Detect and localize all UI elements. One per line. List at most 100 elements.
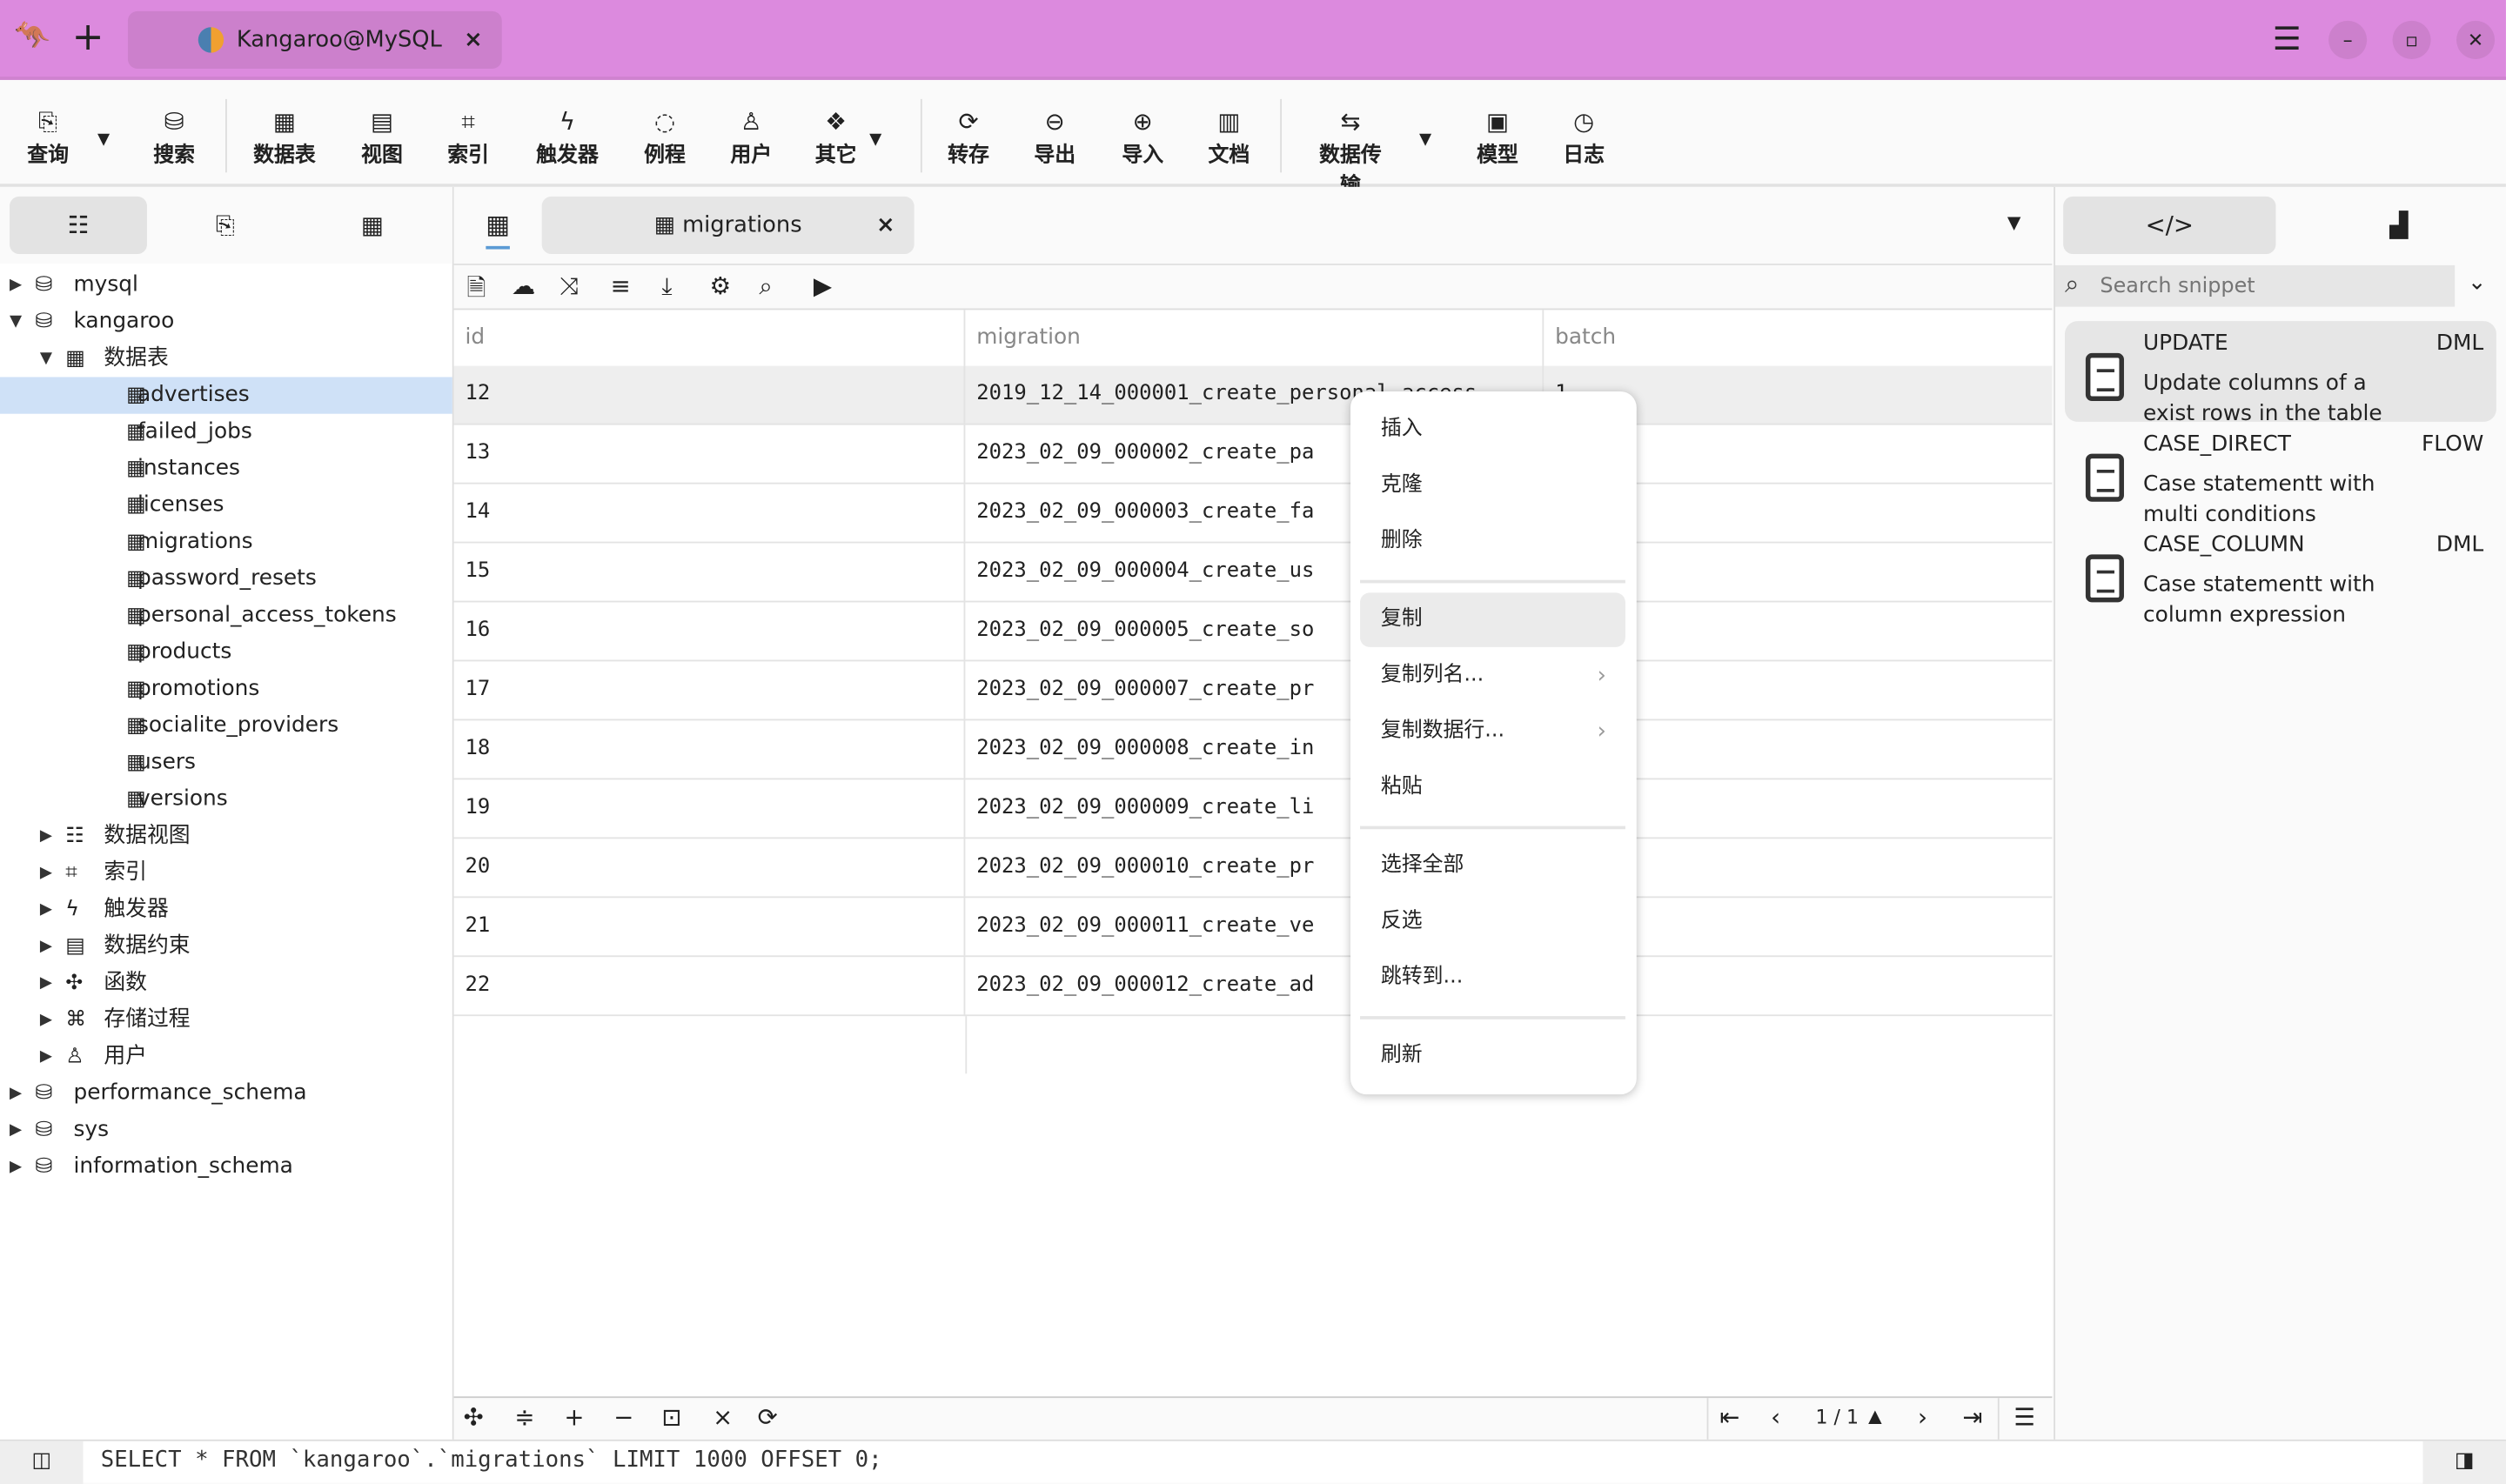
tree-item[interactable]: ▦ products	[0, 634, 452, 671]
refresh-icon[interactable]: ⟳	[758, 1403, 778, 1432]
close-tab-icon[interactable]: ×	[876, 197, 895, 254]
cell-id[interactable]: 15	[454, 543, 966, 603]
tree-item[interactable]: ▶ ☷ 数据视图	[0, 818, 452, 854]
connection-tab[interactable]: Kangaroo@MySQL ×	[127, 10, 502, 69]
download-icon[interactable]: ⤓	[661, 271, 672, 300]
toggle-sidebar-icon[interactable]: ◫	[0, 1441, 84, 1484]
query-list-icon[interactable]: ⎘	[157, 197, 294, 254]
tree-item[interactable]: ▶ ⛁ information_schema	[0, 1149, 452, 1186]
table-row[interactable]: 22 2023_02_09_000012_create_ad	[453, 957, 2053, 1017]
menu-item[interactable]: 复制	[1360, 592, 1625, 647]
toolbar-transfer-button[interactable]: ⇆数据传输	[1310, 105, 1390, 198]
tree-item[interactable]: ▦ promotions	[0, 671, 452, 707]
chevron-right-icon[interactable]: ▶	[40, 818, 52, 854]
cell-id[interactable]: 19	[454, 779, 966, 839]
dashboard-icon[interactable]: ▦	[304, 197, 441, 254]
tree-item[interactable]: ▦ licenses	[0, 487, 452, 524]
table-row[interactable]: 15 2023_02_09_000004_create_us	[453, 543, 2053, 603]
cell-id[interactable]: 13	[454, 424, 966, 485]
tree-item[interactable]: ▶ ⛁ mysql	[0, 267, 452, 304]
filter-icon[interactable]: ≑	[514, 1403, 534, 1432]
save-icon[interactable]: ⊡	[661, 1403, 681, 1432]
tree-item[interactable]: ▦ users	[0, 745, 452, 781]
chevron-right-icon[interactable]: ▶	[40, 892, 52, 928]
tree-item[interactable]: ▦ migrations	[0, 524, 452, 560]
menu-item[interactable]: 反选	[1360, 895, 1625, 949]
align-icon[interactable]: ≡	[611, 271, 631, 300]
tree-item[interactable]: ▶ ▤ 数据约束	[0, 928, 452, 965]
table-row[interactable]: 14 2023_02_09_000003_create_fa	[453, 484, 2053, 544]
dropdown-arrow-icon[interactable]: ▼	[869, 131, 881, 149]
chevron-right-icon[interactable]: ▶	[10, 1075, 22, 1112]
table-row[interactable]: 18 2023_02_09_000008_create_in	[453, 720, 2053, 780]
menu-item[interactable]: 插入	[1360, 403, 1625, 457]
code-snippet-tab[interactable]: </>	[2063, 196, 2276, 255]
tree-item[interactable]: ▶ ⛁ performance_schema	[0, 1075, 452, 1112]
tree-item[interactable]: ▶ ϟ 触发器	[0, 892, 452, 928]
tree-item[interactable]: ▦ advertises	[0, 377, 452, 414]
toolbar-document-button[interactable]: ▥ 文档	[1189, 105, 1270, 168]
toolbar-trigger-button[interactable]: ϟ 触发器	[527, 105, 607, 168]
table-icon[interactable]: ▦	[486, 210, 511, 250]
snippet-search[interactable]: ⌕	[2054, 264, 2456, 307]
tree-item[interactable]: ▶ ✣ 函数	[0, 965, 452, 1001]
discard-icon[interactable]: ×	[713, 1403, 733, 1432]
toolbar-view-button[interactable]: ▤ 视图	[342, 105, 422, 168]
menu-item[interactable]: 刷新	[1360, 1029, 1625, 1083]
table-row[interactable]: 12 2019_12_14_000001_create_personal_acce…	[453, 365, 2053, 425]
chevron-right-icon[interactable]: ▶	[10, 1149, 22, 1186]
next-page-icon[interactable]: ›	[1918, 1403, 1927, 1432]
toolbar-dump-button[interactable]: ⟳ 转存	[928, 105, 1008, 168]
new-file-icon[interactable]: 🗎	[466, 271, 486, 311]
toolbar-log-button[interactable]: ◷ 日志	[1544, 105, 1624, 168]
last-page-icon[interactable]: ⇥	[1962, 1403, 1982, 1432]
toolbar-other-button[interactable]: ❖ 其它	[796, 105, 876, 168]
cell-id[interactable]: 18	[454, 720, 966, 780]
close-tab-icon[interactable]: ×	[464, 27, 483, 52]
search-icon[interactable]: ⌕	[759, 271, 772, 300]
minimize-button[interactable]: –	[2328, 20, 2368, 59]
run-icon[interactable]: ▶	[814, 271, 832, 300]
table-row[interactable]: 20 2023_02_09_000010_create_pr	[453, 839, 2053, 899]
tree-item[interactable]: ▦ socialite_providers	[0, 708, 452, 745]
table-row[interactable]: 21 2023_02_09_000011_create_ve	[453, 898, 2053, 958]
prev-page-icon[interactable]: ‹	[1771, 1403, 1780, 1432]
cell-id[interactable]: 22	[454, 957, 966, 1017]
toolbar-import-button[interactable]: ⊕ 导入	[1102, 105, 1183, 168]
menu-item[interactable]: 克隆	[1360, 458, 1625, 512]
dropdown-arrow-icon[interactable]: ▼	[97, 131, 110, 149]
toolbar-query-button[interactable]: ⎘ 查询	[8, 105, 88, 168]
remove-row-icon[interactable]: −	[613, 1403, 633, 1432]
tree-item[interactable]: ▦ versions	[0, 781, 452, 818]
tree-item[interactable]: ▦ instances	[0, 451, 452, 487]
list-icon[interactable]: ☷	[10, 196, 147, 255]
menu-icon[interactable]: ☰	[2273, 19, 2302, 57]
tree-item[interactable]: ▼ ▦ 数据表	[0, 340, 452, 377]
toolbar-user-button[interactable]: ♙ 用户	[711, 105, 791, 168]
toolbar-search-db-button[interactable]: ⛁ 搜索	[134, 105, 214, 168]
chevron-right-icon[interactable]: ▶	[10, 1112, 22, 1148]
tree-item[interactable]: ▶ ⌗ 索引	[0, 855, 452, 892]
column-header-migration[interactable]: migration	[965, 310, 1544, 366]
tree-item[interactable]: ▦ personal_access_tokens	[0, 598, 452, 634]
settings-icon[interactable]: ⚙	[709, 271, 731, 300]
cell-id[interactable]: 14	[454, 484, 966, 544]
column-header-batch[interactable]: batch	[1544, 310, 2052, 365]
snippet-item[interactable]: CASE_COLUMN DML Case statementt with colum…	[2065, 523, 2496, 628]
table-row[interactable]: 17 2023_02_09_000007_create_pr	[453, 661, 2053, 721]
column-header-id[interactable]: id	[454, 310, 966, 366]
tree-item[interactable]: ▶ ⛁ sys	[0, 1112, 452, 1148]
cell-id[interactable]: 16	[454, 602, 966, 662]
cloud-icon[interactable]: ☁	[512, 271, 536, 300]
menu-item[interactable]: 复制数据行... ›	[1360, 705, 1625, 759]
first-page-icon[interactable]: ⇤	[1719, 1403, 1739, 1432]
snippet-search-input[interactable]	[2100, 270, 2444, 303]
new-tab-button[interactable]: +	[72, 15, 104, 59]
cell-id[interactable]: 20	[454, 839, 966, 899]
chevron-right-icon[interactable]: ▶	[40, 1039, 52, 1075]
toolbar-model-button[interactable]: ▣ 模型	[1457, 105, 1538, 168]
menu-item[interactable]: 粘贴	[1360, 760, 1625, 814]
menu-item[interactable]: 选择全部	[1360, 839, 1625, 892]
chevron-right-icon[interactable]: ▶	[40, 928, 52, 965]
tabs-dropdown-icon[interactable]: ▼	[2007, 212, 2021, 233]
